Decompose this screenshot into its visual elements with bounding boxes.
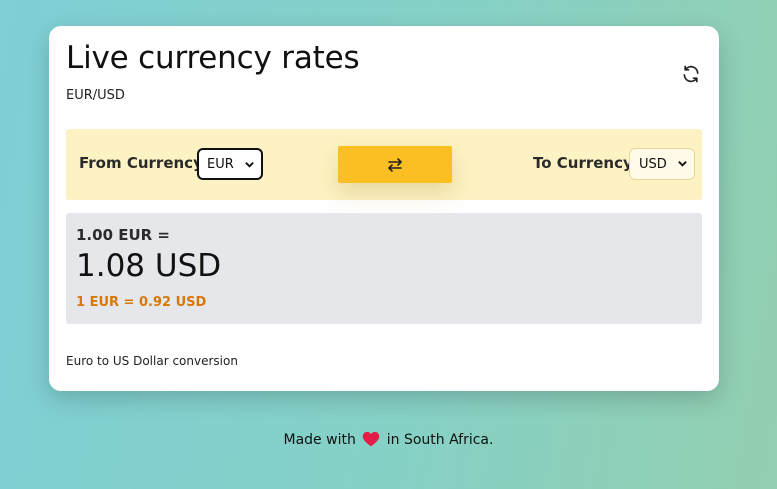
footer-text-before: Made with (283, 432, 356, 448)
currency-pair: EUR/USD (66, 88, 125, 103)
currency-controls: From Currency EUR To Currency USD (66, 129, 702, 200)
to-currency-label: To Currency (533, 154, 633, 172)
from-currency-value: EUR (207, 156, 234, 172)
from-currency-select[interactable]: EUR (197, 148, 263, 180)
footer-text-after: in South Africa. (386, 432, 494, 448)
footer: Made with in South Africa. (0, 431, 777, 451)
refresh-icon (683, 65, 699, 83)
to-currency-select[interactable]: USD (629, 148, 695, 180)
heart-icon (362, 431, 380, 451)
refresh-button[interactable] (681, 64, 701, 84)
converter-card: Live currency rates EUR/USD From Currenc… (49, 26, 719, 391)
converted-amount: 1.08 USD (76, 248, 222, 284)
conversion-description: Euro to US Dollar conversion (66, 354, 238, 368)
chevron-down-icon (245, 162, 254, 168)
page-title: Live currency rates (66, 40, 360, 76)
swap-arrows-icon (388, 157, 402, 172)
conversion-result: 1.00 EUR = 1.08 USD 1 EUR = 0.92 USD (66, 213, 702, 324)
chevron-down-icon (678, 161, 687, 167)
from-currency-label: From Currency (79, 154, 203, 172)
swap-currencies-button[interactable] (338, 146, 452, 183)
inverse-rate: 1 EUR = 0.92 USD (76, 295, 207, 310)
to-currency-value: USD (639, 156, 667, 172)
source-amount: 1.00 EUR = (76, 226, 170, 244)
